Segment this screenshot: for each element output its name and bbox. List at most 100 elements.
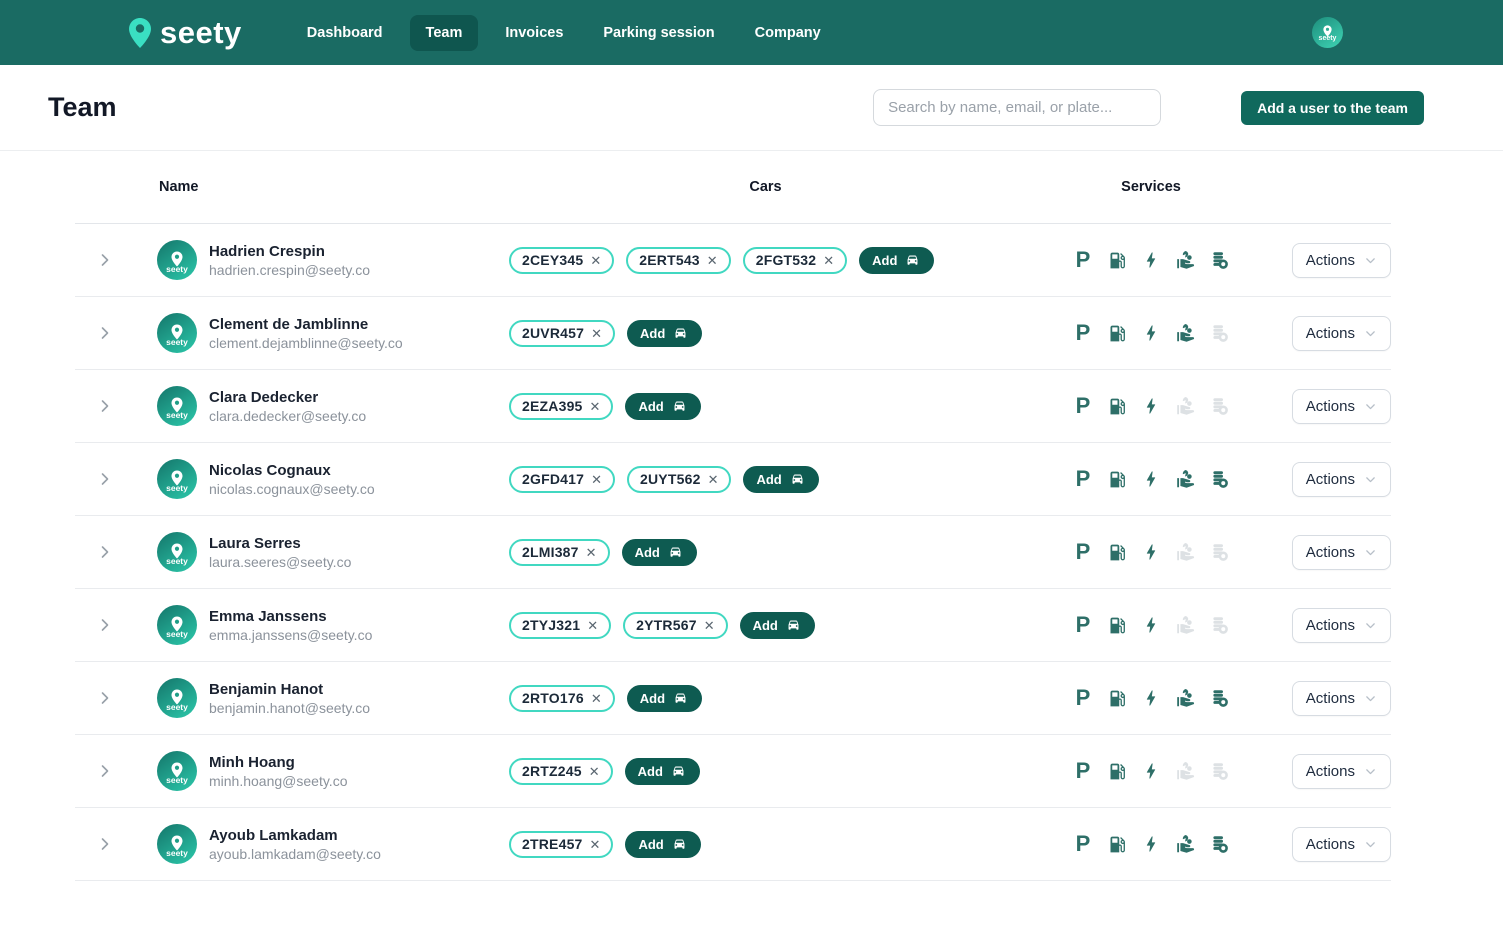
add-car-button[interactable]: Add: [625, 831, 700, 858]
search-input[interactable]: [873, 89, 1161, 126]
member-avatar: seety: [157, 532, 197, 572]
member-email: clement.dejamblinne@seety.co: [209, 335, 403, 351]
expand-row-button[interactable]: [93, 467, 117, 491]
table-row: seety Nicolas Cognaux nicolas.cognaux@se…: [75, 443, 1391, 516]
avatar-brand-text: seety: [166, 411, 188, 419]
remove-plate-icon[interactable]: ✕: [586, 546, 597, 559]
chevron-right-icon: [97, 836, 113, 852]
car-plate-text: 2TRE457: [522, 836, 583, 852]
actions-dropdown-button[interactable]: Actions: [1292, 243, 1391, 278]
member-email: laura.seeres@seety.co: [209, 554, 351, 570]
car-plate-badge: 2FGT532 ✕: [743, 247, 847, 274]
add-car-button[interactable]: Add: [627, 685, 702, 712]
avatar-brand-text: seety: [166, 265, 188, 273]
nav-item-parking-session[interactable]: Parking session: [590, 15, 727, 51]
remove-plate-icon[interactable]: ✕: [823, 254, 834, 267]
remove-plate-icon[interactable]: ✕: [589, 765, 600, 778]
expand-row-button[interactable]: [93, 832, 117, 856]
remove-plate-icon[interactable]: ✕: [591, 327, 602, 340]
table-row: seety Ayoub Lamkadam ayoub.lamkadam@seet…: [75, 808, 1391, 881]
add-car-label: Add: [872, 253, 897, 268]
car-plate-text: 2UYT562: [640, 471, 701, 487]
plates-list: 2GFD417 ✕ 2UYT562 ✕ Add: [485, 466, 1046, 493]
table-row: seety Laura Serres laura.seeres@seety.co…: [75, 516, 1391, 589]
actions-dropdown-button[interactable]: Actions: [1292, 316, 1391, 351]
chevron-right-icon: [97, 617, 113, 633]
expand-row-button[interactable]: [93, 686, 117, 710]
actions-dropdown-button[interactable]: Actions: [1292, 608, 1391, 643]
expand-row-button[interactable]: [93, 540, 117, 564]
plates-list: 2EZA395 ✕ Add: [485, 393, 1046, 420]
expand-row-button[interactable]: [93, 613, 117, 637]
remove-plate-icon[interactable]: ✕: [704, 619, 715, 632]
add-car-label: Add: [638, 764, 663, 779]
expand-row-button[interactable]: [93, 394, 117, 418]
remove-plate-icon[interactable]: ✕: [587, 619, 598, 632]
member-name: Ayoub Lamkadam: [209, 827, 381, 844]
chevron-right-icon: [97, 471, 113, 487]
add-car-label: Add: [640, 691, 665, 706]
table-row: seety Minh Hoang minh.hoang@seety.co 2RT…: [75, 735, 1391, 808]
parking-service-icon: P: [1072, 833, 1095, 856]
car-plate-text: 2LMI387: [522, 544, 579, 560]
car-plate-text: 2FGT532: [756, 252, 817, 268]
actions-dropdown-button[interactable]: Actions: [1292, 754, 1391, 789]
coins-service-icon: [1208, 687, 1231, 710]
ev-charging-service-icon: [1140, 833, 1163, 856]
chevron-down-icon: [1364, 619, 1377, 632]
remove-plate-icon[interactable]: ✕: [590, 254, 601, 267]
services-list: P: [1046, 395, 1256, 418]
expand-row-button[interactable]: [93, 759, 117, 783]
brand-logo[interactable]: seety: [128, 15, 242, 51]
avatar-brand-text: seety: [166, 338, 188, 346]
table-body: seety Hadrien Crespin hadrien.crespin@se…: [75, 224, 1391, 881]
add-car-button[interactable]: Add: [740, 612, 815, 639]
table-row: seety Hadrien Crespin hadrien.crespin@se…: [75, 224, 1391, 297]
actions-dropdown-button[interactable]: Actions: [1292, 681, 1391, 716]
actions-dropdown-button[interactable]: Actions: [1292, 827, 1391, 862]
actions-dropdown-button[interactable]: Actions: [1292, 462, 1391, 497]
add-car-button[interactable]: Add: [622, 539, 697, 566]
expand-row-button[interactable]: [93, 321, 117, 345]
member-email: nicolas.cognaux@seety.co: [209, 481, 375, 497]
remove-plate-icon[interactable]: ✕: [707, 254, 718, 267]
plates-list: 2CEY345 ✕ 2ERT543 ✕ 2FGT532 ✕ Add: [485, 247, 1046, 274]
chevron-down-icon: [1364, 473, 1377, 486]
services-list: P: [1046, 687, 1256, 710]
ev-charging-service-icon: [1140, 614, 1163, 637]
remove-plate-icon[interactable]: ✕: [590, 400, 601, 413]
add-car-button[interactable]: Add: [627, 320, 702, 347]
nav-item-invoices[interactable]: Invoices: [492, 15, 576, 51]
nav-item-team[interactable]: Team: [410, 15, 479, 51]
page-title: Team: [48, 92, 117, 123]
cashback-service-icon: [1174, 395, 1197, 418]
add-user-button[interactable]: Add a user to the team: [1241, 91, 1424, 125]
remove-plate-icon[interactable]: ✕: [590, 838, 601, 851]
nav-item-dashboard[interactable]: Dashboard: [294, 15, 396, 51]
nav-item-company[interactable]: Company: [742, 15, 834, 51]
member-email: clara.dedecker@seety.co: [209, 408, 366, 424]
expand-row-button[interactable]: [93, 248, 117, 272]
remove-plate-icon[interactable]: ✕: [591, 473, 602, 486]
chevron-down-icon: [1364, 692, 1377, 705]
fuel-service-icon: [1106, 614, 1129, 637]
services-list: P: [1046, 249, 1256, 272]
ev-charging-service-icon: [1140, 468, 1163, 491]
add-car-label: Add: [638, 399, 663, 414]
car-plate-badge: 2TRE457 ✕: [509, 831, 613, 858]
add-car-button[interactable]: Add: [859, 247, 934, 274]
car-plate-text: 2CEY345: [522, 252, 583, 268]
parking-service-icon: P: [1072, 760, 1095, 783]
chevron-down-icon: [1364, 327, 1377, 340]
actions-dropdown-button[interactable]: Actions: [1292, 535, 1391, 570]
add-car-button[interactable]: Add: [625, 393, 700, 420]
member-name: Emma Janssens: [209, 608, 372, 625]
user-avatar[interactable]: seety: [1312, 17, 1343, 48]
add-car-button[interactable]: Add: [743, 466, 818, 493]
member-name: Nicolas Cognaux: [209, 462, 375, 479]
remove-plate-icon[interactable]: ✕: [591, 692, 602, 705]
actions-dropdown-button[interactable]: Actions: [1292, 389, 1391, 424]
fuel-service-icon: [1106, 395, 1129, 418]
remove-plate-icon[interactable]: ✕: [708, 473, 719, 486]
add-car-button[interactable]: Add: [625, 758, 700, 785]
